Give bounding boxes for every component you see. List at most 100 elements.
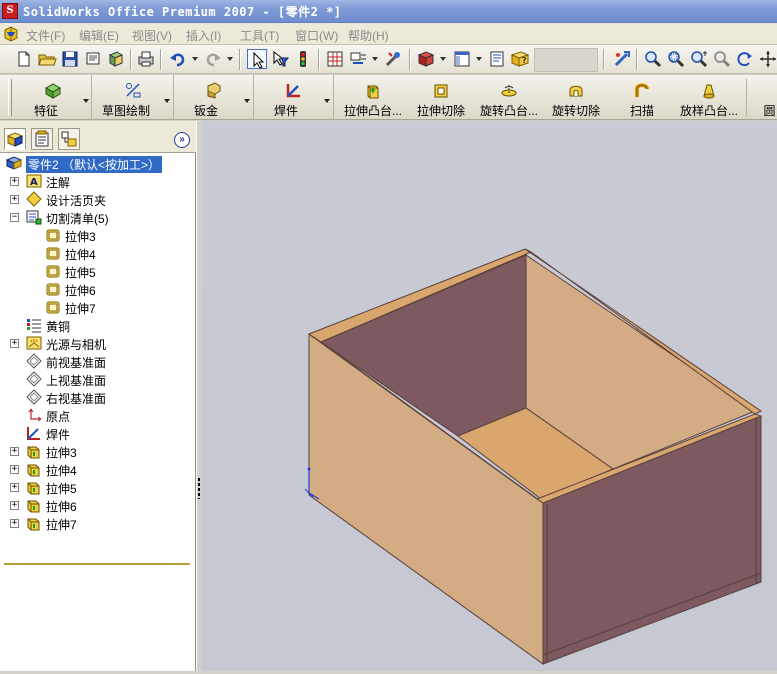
measure-dropdown-icon[interactable] <box>372 57 378 61</box>
tree-item-right-plane[interactable]: 右视基准面 <box>0 388 196 406</box>
tab-weldments[interactable]: 焊件 <box>254 75 334 120</box>
loft-button[interactable]: 放样凸台... <box>674 75 744 120</box>
tree-item-extrude[interactable]: + 拉伸5 <box>0 478 196 496</box>
tab-weldments-dropdown-icon[interactable] <box>324 99 330 103</box>
print-preview-icon[interactable] <box>83 49 103 69</box>
tree-item-material[interactable]: 黄铜 <box>0 316 196 334</box>
tree-item-front-plane[interactable]: 前视基准面 <box>0 352 196 370</box>
menu-view[interactable]: 视图(V) <box>132 27 172 44</box>
tree-item-extrude[interactable]: + 拉伸7 <box>0 514 196 532</box>
tab-property-manager[interactable] <box>31 128 53 150</box>
tree-item-lights-cameras[interactable]: + 光源与相机 <box>0 334 196 352</box>
select-arrow-icon[interactable] <box>247 49 267 69</box>
box-model[interactable] <box>201 121 777 671</box>
zoom-in-out-icon[interactable] <box>689 49 709 69</box>
expand-icon[interactable]: + <box>10 465 19 474</box>
tree-item-cut-list-body[interactable]: 拉伸5 <box>0 262 196 280</box>
tree-item-extrude[interactable]: + 拉伸4 <box>0 460 196 478</box>
open-folder-icon[interactable] <box>37 49 57 69</box>
tree-item-cut-list-body[interactable]: 拉伸3 <box>0 226 196 244</box>
expand-icon[interactable]: + <box>10 519 19 528</box>
viewport-dropdown-icon[interactable] <box>476 57 482 61</box>
toolbar-grip[interactable] <box>8 79 12 116</box>
viewport-layout-icon[interactable] <box>452 49 472 69</box>
help-icon[interactable]: ? <box>510 49 530 69</box>
rotate-view-icon[interactable] <box>735 49 755 69</box>
tree-item-origin[interactable]: 原点 <box>0 406 196 424</box>
print-icon[interactable] <box>136 49 156 69</box>
circle-button[interactable]: 圆 <box>762 75 777 120</box>
tab-features[interactable]: 特征 <box>14 75 92 120</box>
redo-dropdown-icon[interactable] <box>227 57 233 61</box>
select-filter-icon[interactable] <box>270 49 290 69</box>
tree-item-cut-list-body[interactable]: 拉伸7 <box>0 298 196 316</box>
expand-icon[interactable]: + <box>10 447 19 456</box>
tab-configuration-manager[interactable] <box>58 128 80 150</box>
zoom-to-area-icon[interactable] <box>666 49 686 69</box>
extruded-boss-icon <box>367 85 379 99</box>
sweep-label: 扫描 <box>629 104 654 118</box>
collapse-icon[interactable]: − <box>10 213 19 222</box>
tab-sheetmetal[interactable]: 钣金 <box>174 75 254 120</box>
file-properties-icon[interactable] <box>487 49 507 69</box>
menu-file[interactable]: 文件(F) <box>26 27 65 44</box>
tree-item-cut-list-body[interactable]: 拉伸6 <box>0 280 196 298</box>
menu-tools[interactable]: 工具(T) <box>240 27 279 44</box>
revolved-boss-button[interactable]: 旋转凸台... <box>473 75 545 120</box>
menu-insert[interactable]: 插入(I) <box>186 27 221 44</box>
revolved-cut-label: 旋转切除 <box>551 104 600 118</box>
menu-help[interactable]: 帮助(H) <box>348 27 389 44</box>
expand-icon[interactable]: + <box>10 501 19 510</box>
new-document-icon[interactable] <box>14 49 34 69</box>
undo-icon[interactable] <box>168 49 188 69</box>
rebuild-traffic-light-icon[interactable] <box>293 49 313 69</box>
configuration-manager-icon <box>61 131 77 147</box>
collapse-pane-button[interactable]: » <box>174 132 190 148</box>
solidworks-logo-icon[interactable] <box>3 26 19 42</box>
expand-icon[interactable]: + <box>10 339 19 348</box>
zoom-to-selection-icon[interactable] <box>712 49 732 69</box>
undo-dropdown-icon[interactable] <box>192 57 198 61</box>
loft-label: 放样凸台... <box>679 104 738 118</box>
annotations-icon: A <box>26 174 42 188</box>
tree-item-cut-list-body[interactable]: 拉伸4 <box>0 244 196 262</box>
zoom-to-fit-icon[interactable] <box>643 49 663 69</box>
redo-icon[interactable] <box>203 49 223 69</box>
options-icon[interactable] <box>383 49 403 69</box>
tab-sketch-dropdown-icon[interactable] <box>164 99 170 103</box>
tree-item-extrude[interactable]: + 拉伸6 <box>0 496 196 514</box>
graphics-viewport[interactable] <box>201 121 777 671</box>
extruded-boss-button[interactable]: 拉伸凸台... <box>338 75 408 120</box>
menu-window[interactable]: 窗口(W) <box>295 27 338 44</box>
save-icon[interactable] <box>60 49 80 69</box>
appearance-dropdown-icon[interactable] <box>440 57 446 61</box>
extrude-feature-icon <box>27 482 40 495</box>
solidworks-app-icon[interactable]: S <box>2 3 18 19</box>
expand-icon[interactable]: + <box>10 177 19 186</box>
grid-options-icon[interactable] <box>325 49 345 69</box>
measure-icon[interactable] <box>348 49 368 69</box>
tab-feature-manager[interactable] <box>4 128 26 150</box>
appearance-icon[interactable] <box>416 49 436 69</box>
view-orientation-icon[interactable] <box>612 49 632 69</box>
tree-item-weldment[interactable]: 焊件 <box>0 424 196 442</box>
make-drawing-icon[interactable] <box>106 49 126 69</box>
tab-sheetmetal-dropdown-icon[interactable] <box>244 99 250 103</box>
tree-item-annotations[interactable]: + A 注解 <box>0 172 196 190</box>
expand-icon[interactable]: + <box>10 483 19 492</box>
tab-sketch[interactable]: 草图绘制 <box>92 75 174 120</box>
pan-icon[interactable] <box>758 49 777 69</box>
tab-features-dropdown-icon[interactable] <box>83 99 89 103</box>
tree-item-design-binder[interactable]: + 设计活页夹 <box>0 190 196 208</box>
expand-icon[interactable]: + <box>10 195 19 204</box>
sweep-button[interactable]: 扫描 <box>618 75 666 120</box>
tree-item-label: 拉伸7 <box>65 302 96 316</box>
extruded-cut-button[interactable]: 拉伸切除 <box>412 75 470 120</box>
revolved-cut-button[interactable]: 旋转切除 <box>547 75 605 120</box>
rollback-bar[interactable] <box>4 563 190 565</box>
tree-item-cut-list[interactable]: − 切割清单(5) <box>0 208 196 226</box>
tree-item-top-plane[interactable]: 上视基准面 <box>0 370 196 388</box>
tree-item-extrude[interactable]: + 拉伸3 <box>0 442 196 460</box>
menu-edit[interactable]: 编辑(E) <box>79 27 119 44</box>
toolbar-separator <box>636 49 638 70</box>
